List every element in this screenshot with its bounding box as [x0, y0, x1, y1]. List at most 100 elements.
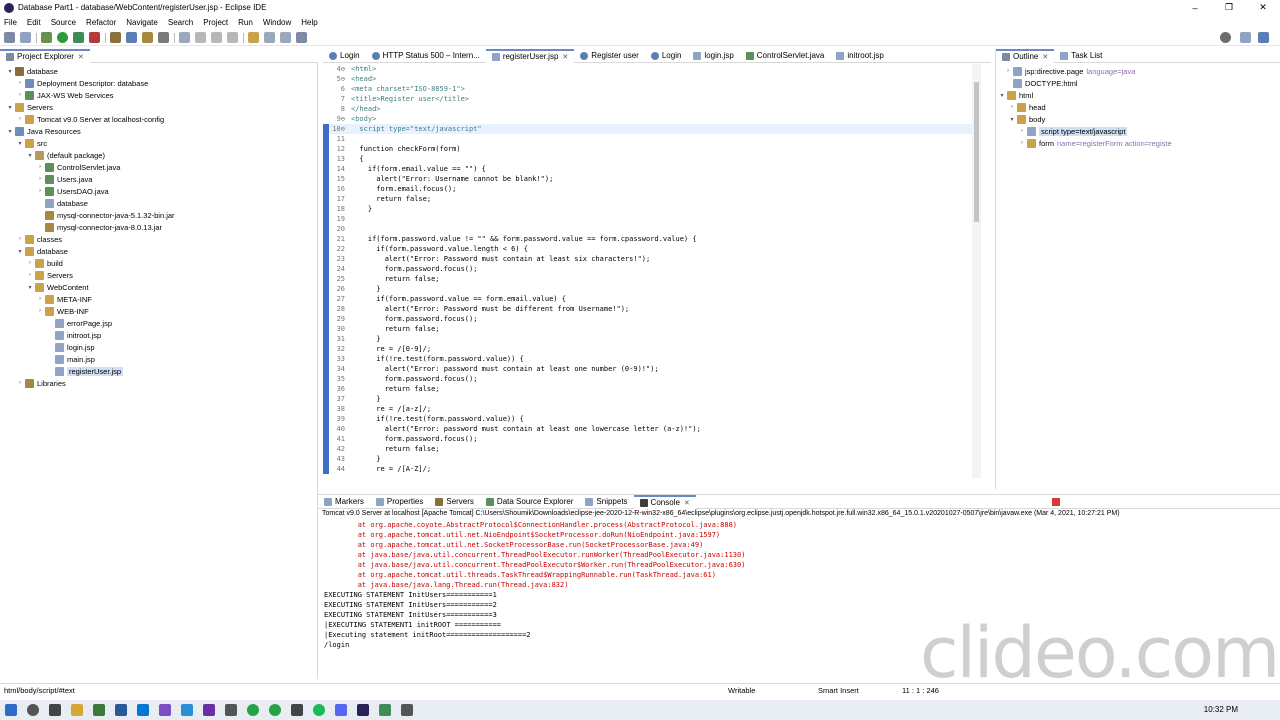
- debug-icon[interactable]: [41, 32, 52, 43]
- code-line[interactable]: 30 return false;: [323, 324, 973, 334]
- back-icon[interactable]: [264, 32, 275, 43]
- tree-item[interactable]: › classes: [16, 233, 62, 245]
- save-icon[interactable]: [20, 32, 31, 43]
- app-icon[interactable]: [203, 704, 215, 716]
- tab-task-list[interactable]: Task List: [1054, 49, 1108, 63]
- tree-item[interactable]: › META-INF: [36, 293, 92, 305]
- resume-icon[interactable]: [211, 32, 222, 43]
- chevron-down-icon[interactable]: ▾: [26, 284, 34, 291]
- tab-outline[interactable]: Outline ✕: [996, 48, 1055, 63]
- menu-run[interactable]: Run: [238, 18, 253, 27]
- tab-snippets[interactable]: Snippets: [579, 495, 633, 509]
- chevron-right-icon[interactable]: ›: [36, 176, 44, 182]
- code-line[interactable]: 29 form.password.focus();: [323, 314, 973, 324]
- outline-item[interactable]: ▾ body: [1008, 113, 1045, 125]
- tree-item-database[interactable]: ▾ database: [6, 65, 58, 77]
- tab-register-user-jsp[interactable]: registerUser.jsp ✕: [485, 48, 575, 63]
- tree-item[interactable]: login.jsp: [46, 341, 95, 353]
- chevron-down-icon[interactable]: ▾: [16, 140, 24, 147]
- coverage-icon[interactable]: [73, 32, 84, 43]
- new-server-icon[interactable]: [110, 32, 121, 43]
- tree-item[interactable]: › UsersDAO.java: [36, 185, 109, 197]
- code-line[interactable]: 21 if(form.password.value != "" && form.…: [323, 234, 973, 244]
- chrome-icon[interactable]: [93, 704, 105, 716]
- code-line[interactable]: 27 if(form.password.value == form.email.…: [323, 294, 973, 304]
- code-line[interactable]: 5⊖ <head>: [323, 74, 973, 84]
- chevron-right-icon[interactable]: ›: [36, 164, 44, 170]
- outline-item-selected[interactable]: › script type=text/javascript: [1018, 125, 1128, 137]
- outline-item[interactable]: › jsp:directive.page language=java: [1004, 65, 1135, 77]
- menu-window[interactable]: Window: [263, 18, 291, 27]
- tree-item[interactable]: mysql-connector-java-8.0.13.jar: [36, 221, 162, 233]
- minimize-button[interactable]: –: [1178, 0, 1212, 15]
- edge-icon[interactable]: [137, 704, 149, 716]
- code-line[interactable]: 31 }: [323, 334, 973, 344]
- chevron-right-icon[interactable]: ›: [16, 80, 24, 86]
- code-line[interactable]: 44 re = /[A-Z]/;: [323, 464, 973, 474]
- step-icon[interactable]: [195, 32, 206, 43]
- taskbar-clock[interactable]: 10:32 PM: [1204, 705, 1238, 714]
- code-line[interactable]: 19: [323, 214, 973, 224]
- code-line[interactable]: 15 alert("Error: Username cannot be blan…: [323, 174, 973, 184]
- eclipse-icon[interactable]: [357, 704, 369, 716]
- close-icon[interactable]: ✕: [1042, 53, 1048, 61]
- terminate-icon[interactable]: [1052, 498, 1060, 506]
- tree-item[interactable]: › Users.java: [36, 173, 92, 185]
- search-toolbar-icon[interactable]: [158, 32, 169, 43]
- code-line[interactable]: 35 form.password.focus();: [323, 374, 973, 384]
- new-icon[interactable]: [4, 32, 15, 43]
- code-line[interactable]: 33 if(!re.test(form.password.value)) {: [323, 354, 973, 364]
- tree-item[interactable]: › ControlServlet.java: [36, 161, 120, 173]
- code-line[interactable]: 24 form.password.focus();: [323, 264, 973, 274]
- tree-item[interactable]: ▾ (default package): [26, 149, 105, 161]
- code-line[interactable]: 39 if(!re.test(form.password.value)) {: [323, 414, 973, 424]
- code-line[interactable]: 11: [323, 134, 973, 144]
- code-line[interactable]: 4⊖ <html>: [323, 64, 973, 74]
- tab-console[interactable]: Console ✕: [633, 494, 696, 509]
- run-icon[interactable]: [57, 32, 68, 43]
- code-line[interactable]: 8 </head>: [323, 104, 973, 114]
- code-line[interactable]: 37 }: [323, 394, 973, 404]
- chevron-down-icon[interactable]: ▾: [998, 92, 1006, 99]
- tab-markers[interactable]: Markers: [318, 495, 370, 509]
- tab-login[interactable]: Login: [323, 49, 366, 63]
- visual-studio-icon[interactable]: [159, 704, 171, 716]
- code-line[interactable]: 25 return false;: [323, 274, 973, 284]
- menu-file[interactable]: File: [4, 18, 17, 27]
- code-line[interactable]: 20: [323, 224, 973, 234]
- chevron-right-icon[interactable]: ›: [36, 296, 44, 302]
- chevron-down-icon[interactable]: ▾: [6, 68, 14, 75]
- menu-edit[interactable]: Edit: [27, 18, 41, 27]
- chevron-right-icon[interactable]: ›: [1004, 68, 1012, 74]
- file-explorer-icon[interactable]: [71, 704, 83, 716]
- code-line[interactable]: 34 alert("Error: password must contain a…: [323, 364, 973, 374]
- tab-control-servlet[interactable]: ControlServlet.java: [740, 49, 831, 63]
- code-line[interactable]: 41 form.password.focus();: [323, 434, 973, 444]
- spotify-icon[interactable]: [313, 704, 325, 716]
- code-line[interactable]: 42 return false;: [323, 444, 973, 454]
- word-icon[interactable]: [115, 704, 127, 716]
- java-ee-perspective-icon[interactable]: [1258, 32, 1269, 43]
- chevron-right-icon[interactable]: ›: [26, 260, 34, 266]
- code-line[interactable]: 6 <meta charset="ISO-8859-1">: [323, 84, 973, 94]
- vscode-icon[interactable]: [181, 704, 193, 716]
- open-task-icon[interactable]: [142, 32, 153, 43]
- code-line[interactable]: 16 form.email.focus();: [323, 184, 973, 194]
- chevron-right-icon[interactable]: ›: [16, 236, 24, 242]
- tree-item[interactable]: › Tomcat v9.0 Server at localhost-config: [16, 113, 164, 125]
- app-icon[interactable]: [291, 704, 303, 716]
- tree-item[interactable]: ▾ database: [16, 245, 68, 257]
- chevron-right-icon[interactable]: ›: [36, 188, 44, 194]
- chevron-right-icon[interactable]: ›: [16, 116, 24, 122]
- tree-item[interactable]: ▾ WebContent: [26, 281, 89, 293]
- tree-item[interactable]: › Servers: [26, 269, 73, 281]
- code-line[interactable]: 32 re = /[0-9]/;: [323, 344, 973, 354]
- outline-item[interactable]: DOCTYPE:html: [1004, 77, 1078, 89]
- tree-item[interactable]: › Libraries: [16, 377, 66, 389]
- discord-icon[interactable]: [335, 704, 347, 716]
- perspective-icon[interactable]: [1240, 32, 1251, 43]
- chevron-right-icon[interactable]: ›: [1018, 128, 1026, 134]
- close-icon[interactable]: ✕: [684, 499, 690, 507]
- code-line[interactable]: 13 {: [323, 154, 973, 164]
- menu-project[interactable]: Project: [203, 18, 228, 27]
